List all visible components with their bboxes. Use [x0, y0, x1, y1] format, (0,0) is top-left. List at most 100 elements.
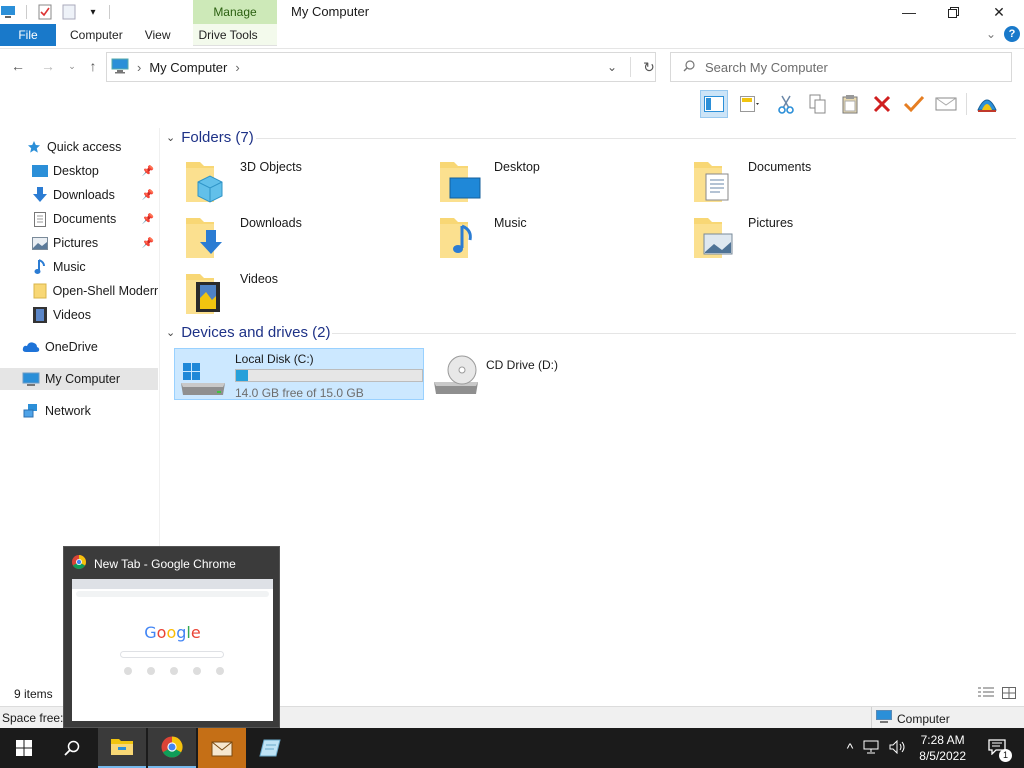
clock-date: 8/5/2022: [919, 749, 966, 763]
start-button[interactable]: [0, 728, 48, 768]
cut-icon[interactable]: [772, 90, 800, 118]
location-indicator: Computer: [876, 710, 950, 727]
tab-computer[interactable]: Computer: [56, 24, 137, 46]
pin-icon[interactable]: 📌: [142, 238, 154, 249]
sidebar-item-downloads[interactable]: Downloads 📌: [0, 184, 158, 206]
drive-label: CD Drive (D:): [486, 358, 558, 372]
network-status-icon[interactable]: [863, 740, 879, 757]
sidebar-item-music[interactable]: Music: [0, 256, 158, 278]
drive-free-space: 14.0 GB free of 15.0 GB: [235, 386, 364, 400]
minimize-button[interactable]: —: [886, 0, 932, 24]
taskbar: ^ 7:28 AM 8/5/2022 1: [0, 728, 1024, 768]
ribbon-help-area: ⌄ ?: [986, 26, 1020, 42]
show-hidden-icons-icon[interactable]: ^: [847, 740, 854, 756]
folder-music[interactable]: Music: [438, 212, 688, 262]
refresh-icon[interactable]: ↻: [637, 59, 661, 76]
customize-qat-icon[interactable]: ▾: [85, 4, 101, 20]
notes-taskbar-button[interactable]: [246, 728, 294, 768]
email-icon[interactable]: [932, 90, 960, 118]
sidebar-item-open-shell-modern[interactable]: Open-Shell Modern: [0, 280, 158, 302]
address-bar[interactable]: › My Computer ›: [106, 52, 656, 82]
folder-pictures[interactable]: Pictures: [692, 212, 942, 262]
preview-title-text: New Tab - Google Chrome: [94, 556, 236, 571]
breadcrumb-separator-icon[interactable]: ›: [235, 60, 239, 75]
up-arrow-icon[interactable]: ↑: [83, 56, 103, 76]
restore-button[interactable]: [930, 0, 976, 24]
manage-contextual-tab[interactable]: Manage: [193, 0, 277, 24]
chrome-taskbar-button[interactable]: [148, 728, 196, 768]
tab-drive-tools[interactable]: Drive Tools: [184, 24, 269, 46]
paste-icon[interactable]: [836, 90, 864, 118]
pin-icon[interactable]: 📌: [142, 190, 154, 201]
close-button[interactable]: ✕: [976, 0, 1022, 24]
delete-icon[interactable]: [868, 90, 896, 118]
expand-ribbon-icon[interactable]: ⌄: [986, 27, 996, 41]
sidebar-item-network[interactable]: Network: [0, 400, 158, 422]
copy-icon[interactable]: [804, 90, 832, 118]
folder-desktop-icon: [438, 156, 486, 204]
new-folder-icon[interactable]: [61, 4, 77, 20]
open-shell-icon[interactable]: [973, 90, 1001, 118]
folder-downloads[interactable]: Downloads: [184, 212, 434, 262]
sidebar-item-pictures[interactable]: Pictures 📌: [0, 232, 158, 254]
chevron-down-icon[interactable]: ⌄: [166, 326, 175, 339]
breadcrumb-my-computer[interactable]: My Computer: [149, 60, 227, 75]
google-logo: Google: [144, 623, 201, 642]
folders-section-header[interactable]: ⌄ Folders (7): [166, 129, 254, 146]
folder-3d-objects-icon: [184, 156, 232, 204]
action-center-button[interactable]: 1: [988, 738, 1012, 762]
mail-taskbar-button[interactable]: [198, 728, 246, 768]
sidebar-item-onedrive[interactable]: OneDrive: [0, 336, 158, 358]
sidebar-item-documents[interactable]: Documents 📌: [0, 208, 158, 230]
folder-3d-objects[interactable]: 3D Objects: [184, 156, 434, 206]
space-free-label: Space free:: [2, 710, 64, 725]
sidebar-item-my-computer[interactable]: My Computer: [0, 368, 158, 390]
sidebar-item-videos[interactable]: Videos: [0, 304, 158, 326]
pin-icon[interactable]: 📌: [142, 214, 154, 225]
address-dropdown-icon[interactable]: ⌄: [600, 60, 624, 74]
search-icon: [64, 740, 80, 756]
details-view-icon[interactable]: [978, 687, 994, 702]
search-field[interactable]: Search My Computer: [670, 52, 1012, 82]
drive-usage-fill: [236, 370, 249, 381]
drive-label: Local Disk (C:): [235, 352, 314, 366]
sidebar-item-label: Network: [45, 404, 91, 418]
volume-icon[interactable]: [889, 739, 907, 757]
view-options-icon[interactable]: [732, 90, 768, 118]
help-icon[interactable]: ?: [1004, 26, 1020, 42]
drives-section-header[interactable]: ⌄ Devices and drives (2): [166, 324, 330, 341]
ribbon-tabs: File Computer View Drive Tools: [0, 24, 270, 46]
mail-icon: [211, 741, 233, 757]
navigation-pane-icon[interactable]: [700, 90, 728, 118]
chevron-down-icon[interactable]: ⌄: [166, 131, 175, 144]
file-explorer-taskbar-button[interactable]: [98, 728, 146, 768]
properties-icon[interactable]: [37, 4, 53, 20]
tab-view[interactable]: View: [137, 24, 185, 46]
folder-label: Documents: [748, 160, 812, 174]
folder-documents[interactable]: Documents: [692, 156, 942, 206]
recent-locations-icon[interactable]: ⌄: [62, 56, 82, 76]
breadcrumb-separator-icon[interactable]: ›: [137, 60, 141, 75]
chrome-icon: [72, 555, 86, 572]
system-tray: ^ 7:28 AM 8/5/2022 1: [847, 728, 1024, 768]
drive-local-disk-c[interactable]: Local Disk (C:) 14.0 GB free of 15.0 GB: [174, 348, 424, 400]
computer-icon[interactable]: [0, 4, 16, 20]
section-title: Folders (7): [181, 129, 254, 146]
folder-videos[interactable]: Videos: [184, 268, 434, 318]
pin-icon[interactable]: 📌: [142, 166, 154, 177]
drive-cd-d[interactable]: CD Drive (D:): [432, 348, 682, 400]
sidebar-item-desktop[interactable]: Desktop 📌: [0, 160, 158, 182]
folder-desktop[interactable]: Desktop: [438, 156, 688, 206]
large-icons-view-icon[interactable]: [1002, 687, 1016, 702]
properties-check-icon[interactable]: [900, 90, 928, 118]
back-arrow-icon[interactable]: ←: [8, 56, 28, 76]
taskbar-clock[interactable]: 7:28 AM 8/5/2022: [919, 732, 966, 764]
sidebar-item-label: OneDrive: [45, 340, 98, 354]
sidebar-item-quick-access[interactable]: Quick access: [0, 136, 158, 158]
search-button[interactable]: [48, 728, 96, 768]
notes-icon: [259, 739, 281, 757]
forward-arrow-icon[interactable]: →: [38, 56, 58, 76]
folder-label: Pictures: [748, 216, 794, 230]
tab-file[interactable]: File: [0, 24, 56, 46]
chrome-taskbar-preview[interactable]: New Tab - Google Chrome Google: [63, 546, 280, 728]
